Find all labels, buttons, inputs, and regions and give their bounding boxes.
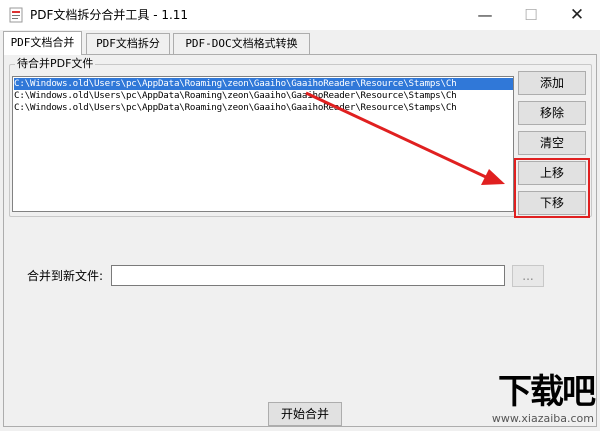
tab-pdf-merge[interactable]: PDF文档合并	[3, 31, 82, 55]
tab-pdf-split[interactable]: PDF文档拆分	[86, 33, 170, 54]
file-list-item[interactable]: C:\Windows.old\Users\pc\AppData\Roaming\…	[14, 90, 457, 102]
clear-button[interactable]: 清空	[518, 131, 586, 155]
watermark-logo: 下载吧 www.xiazaiba.com	[466, 372, 596, 428]
tab-pdf-doc-convert[interactable]: PDF-DOC文档格式转换	[173, 33, 310, 54]
pdf-file-list[interactable]: C:\Windows.old\Users\pc\AppData\Roaming\…	[12, 76, 514, 212]
close-button[interactable]: ✕	[554, 0, 600, 30]
remove-button[interactable]: 移除	[518, 101, 586, 125]
watermark-url: www.xiazaiba.com	[491, 412, 594, 425]
watermark-text: 下载吧	[498, 372, 596, 412]
window-title: PDF文档拆分合并工具 - 1.11	[30, 8, 189, 22]
file-list-item[interactable]: C:\Windows.old\Users\pc\AppData\Roaming\…	[14, 102, 457, 114]
annotation-highlight-box	[514, 158, 590, 218]
start-merge-button[interactable]: 开始合并	[268, 402, 342, 426]
pending-files-label: 待合并PDF文件	[15, 57, 96, 71]
minimize-button[interactable]: —	[462, 0, 508, 30]
add-button[interactable]: 添加	[518, 71, 586, 95]
maximize-button[interactable]: ☐	[508, 0, 554, 30]
browse-button[interactable]: ...	[512, 265, 544, 287]
output-file-label: 合并到新文件:	[27, 269, 104, 283]
app-icon	[9, 7, 23, 23]
file-list-item[interactable]: C:\Windows.old\Users\pc\AppData\Roaming\…	[14, 78, 513, 90]
output-file-input[interactable]	[111, 265, 505, 286]
